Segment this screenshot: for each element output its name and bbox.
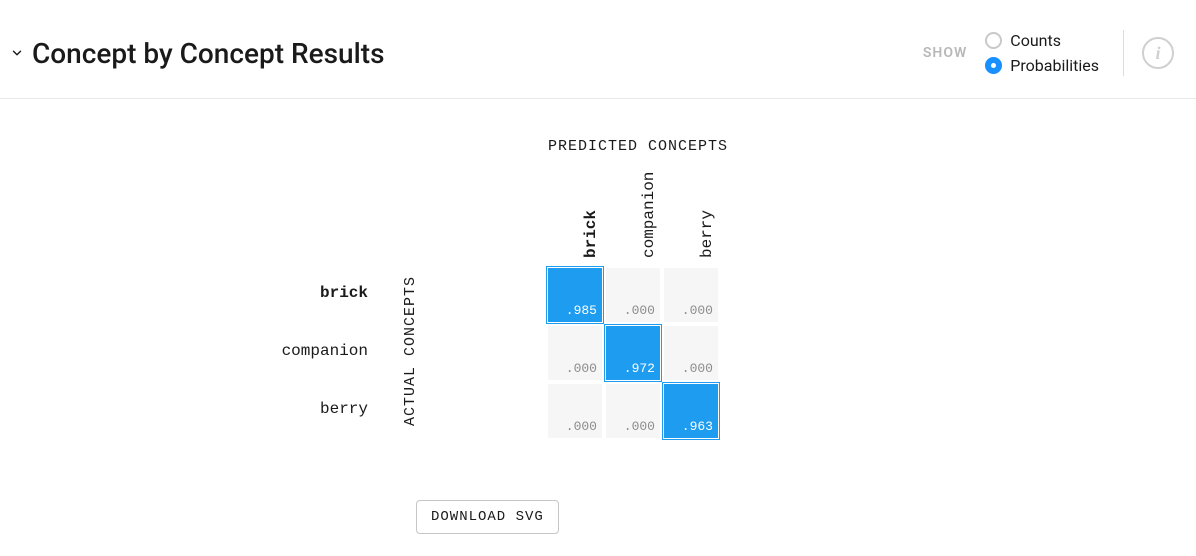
row-label-0[interactable]: brick — [228, 284, 368, 302]
y-axis-title: ACTUAL CONCEPTS — [402, 276, 419, 426]
radio-counts[interactable]: Counts — [985, 31, 1099, 50]
cell-1-2[interactable]: .000 — [664, 326, 718, 380]
page-title: Concept by Concept Results — [32, 37, 923, 70]
view-mode-radio-group: Counts Probabilities — [985, 31, 1099, 75]
radio-probabilities[interactable]: Probabilities — [985, 56, 1099, 75]
cell-2-0[interactable]: .000 — [548, 384, 602, 438]
cell-0-2[interactable]: .000 — [664, 268, 718, 322]
radio-icon-on — [985, 57, 1002, 74]
download-svg-button[interactable]: DOWNLOAD SVG — [416, 500, 559, 534]
col-label-0[interactable]: brick — [582, 210, 600, 258]
divider — [1123, 30, 1124, 76]
radio-probabilities-label: Probabilities — [1010, 56, 1099, 75]
section-header: Concept by Concept Results SHOW Counts P… — [0, 0, 1196, 99]
cell-1-1[interactable]: .972 — [606, 326, 660, 380]
col-label-2[interactable]: berry — [698, 210, 716, 258]
info-icon[interactable]: i — [1142, 37, 1174, 69]
radio-icon-off — [985, 32, 1002, 49]
show-label: SHOW — [923, 45, 967, 61]
cell-0-0[interactable]: .985 — [548, 268, 602, 322]
cell-0-1[interactable]: .000 — [606, 268, 660, 322]
cell-1-0[interactable]: .000 — [548, 326, 602, 380]
x-axis-title: PREDICTED CONCEPTS — [548, 138, 728, 155]
col-label-1[interactable]: companion — [640, 172, 658, 258]
cell-2-2[interactable]: .963 — [664, 384, 718, 438]
chevron-down-icon[interactable] — [8, 44, 26, 62]
row-label-2[interactable]: berry — [228, 400, 368, 418]
radio-counts-label: Counts — [1010, 31, 1061, 50]
row-label-1[interactable]: companion — [228, 342, 368, 360]
cell-2-1[interactable]: .000 — [606, 384, 660, 438]
